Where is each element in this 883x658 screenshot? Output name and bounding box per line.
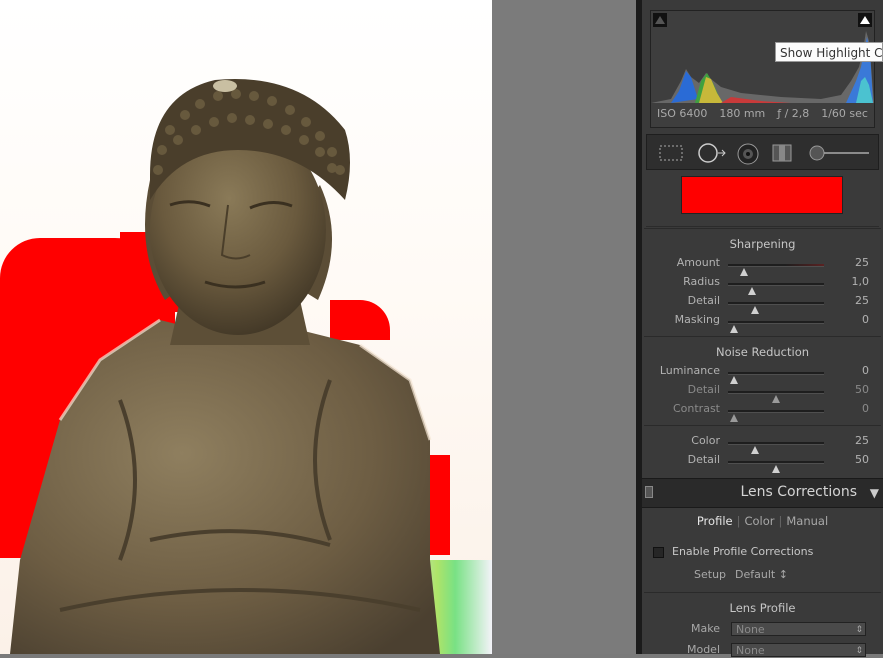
slider-thumb[interactable] <box>772 465 780 473</box>
crop-overlay-icon[interactable] <box>657 143 685 163</box>
slider-track[interactable] <box>728 372 824 384</box>
sharpening-title: Sharpening <box>729 237 796 251</box>
lens-corrections-header[interactable]: Lens Corrections ▼ <box>642 478 883 508</box>
highlight-clipping-tooltip: Show Highlight Clipping <box>775 42 883 62</box>
clipping-preview <box>646 172 879 227</box>
slider-value[interactable]: 25 <box>855 434 869 447</box>
adjustment-brush-icon[interactable] <box>807 143 871 163</box>
slider-track[interactable] <box>728 442 824 454</box>
sharpening-amount-slider[interactable]: Amount 25 <box>642 256 883 276</box>
slider-track[interactable] <box>728 321 824 333</box>
shutter-speed-value: 1/60 sec <box>821 107 868 120</box>
slider-thumb[interactable] <box>729 325 738 333</box>
slider-value[interactable]: 1,0 <box>852 275 870 288</box>
slider-thumb[interactable] <box>729 414 738 422</box>
slider-value[interactable]: 50 <box>855 453 869 466</box>
slider-track[interactable] <box>728 264 824 276</box>
slider-value[interactable]: 0 <box>862 364 869 377</box>
tool-strip <box>646 134 879 170</box>
slider-label: Radius <box>683 275 720 288</box>
tab-separator: | <box>736 514 741 528</box>
buddha-statue-image <box>10 79 440 654</box>
slider-label: Detail <box>687 294 720 307</box>
graduated-filter-icon[interactable] <box>769 143 795 163</box>
iso-value: ISO 6400 <box>657 107 708 120</box>
slider-value[interactable]: 50 <box>855 383 869 396</box>
focal-length-value: 180 mm <box>719 107 766 120</box>
slider-label: Contrast <box>672 402 720 415</box>
aperture-value: ƒ / 2,8 <box>777 107 810 120</box>
collapse-arrow-icon[interactable]: ▼ <box>870 486 879 500</box>
sharpening-radius-slider[interactable]: Radius 1,0 <box>642 275 883 295</box>
develop-right-panel: ISO 6400 180 mm ƒ / 2,8 1/60 sec Show Hi… <box>642 0 883 657</box>
setup-label: Setup <box>694 568 727 581</box>
divider <box>644 336 881 337</box>
slider-track[interactable] <box>728 461 824 473</box>
model-value: None <box>736 644 765 657</box>
make-value: None <box>736 623 765 636</box>
slider-label: Color <box>691 434 720 447</box>
clipping-color-swatch <box>681 176 843 214</box>
slider-track[interactable] <box>728 410 824 422</box>
enable-profile-corrections-label[interactable]: Enable Profile Corrections <box>672 545 813 558</box>
slider-track[interactable] <box>728 391 824 403</box>
divider <box>644 228 881 229</box>
color-detail-slider[interactable]: Detail 50 <box>642 453 883 473</box>
slider-value[interactable]: 25 <box>855 294 869 307</box>
divider <box>644 592 881 593</box>
tab-manual[interactable]: Manual <box>786 514 828 528</box>
luminance-detail-slider[interactable]: Detail 50 <box>642 383 883 403</box>
sharpening-detail-slider[interactable]: Detail 25 <box>642 294 883 314</box>
canvas-background <box>492 0 637 654</box>
lens-profile-title: Lens Profile <box>729 601 796 615</box>
tab-separator: | <box>778 514 783 528</box>
luminance-slider[interactable]: Luminance 0 <box>642 364 883 384</box>
noise-reduction-title: Noise Reduction <box>715 345 810 359</box>
panel-toggle-switch[interactable] <box>645 486 653 498</box>
lens-tabs: Profile | Color | Manual <box>642 514 883 528</box>
make-select[interactable]: None ⇕ <box>731 622 866 636</box>
updown-chevron-icon: ⇕ <box>855 625 863 635</box>
make-label: Make <box>691 622 720 635</box>
slider-label: Amount <box>676 256 720 269</box>
red-eye-correction-icon[interactable] <box>735 143 761 165</box>
lens-corrections-title[interactable]: Lens Corrections <box>740 484 857 500</box>
slider-value[interactable]: 0 <box>862 402 869 415</box>
slider-label: Masking <box>674 313 720 326</box>
model-select[interactable]: None ⇕ <box>731 643 866 657</box>
luminance-contrast-slider[interactable]: Contrast 0 <box>642 402 883 422</box>
tab-profile[interactable]: Profile <box>697 514 733 528</box>
updown-chevron-icon: ⇕ <box>855 646 863 656</box>
slider-track[interactable] <box>728 283 824 295</box>
setup-dropdown[interactable]: Default ↕ <box>735 568 788 581</box>
slider-label: Luminance <box>659 364 720 377</box>
color-noise-slider[interactable]: Color 25 <box>642 434 883 454</box>
slider-value[interactable]: 0 <box>862 313 869 326</box>
model-label: Model <box>686 643 720 656</box>
slider-value[interactable]: 25 <box>855 256 869 269</box>
divider <box>644 425 881 426</box>
enable-profile-corrections-checkbox[interactable] <box>653 547 664 558</box>
sharpening-masking-slider[interactable]: Masking 0 <box>642 313 883 333</box>
tab-color[interactable]: Color <box>744 514 774 528</box>
histogram: ISO 6400 180 mm ƒ / 2,8 1/60 sec <box>650 10 875 128</box>
slider-label: Detail <box>687 453 720 466</box>
photo-canvas[interactable] <box>0 0 492 654</box>
slider-track[interactable] <box>728 302 824 314</box>
slider-label: Detail <box>687 383 720 396</box>
exif-info: ISO 6400 180 mm ƒ / 2,8 1/60 sec <box>651 107 874 120</box>
spot-removal-icon[interactable] <box>697 143 727 163</box>
